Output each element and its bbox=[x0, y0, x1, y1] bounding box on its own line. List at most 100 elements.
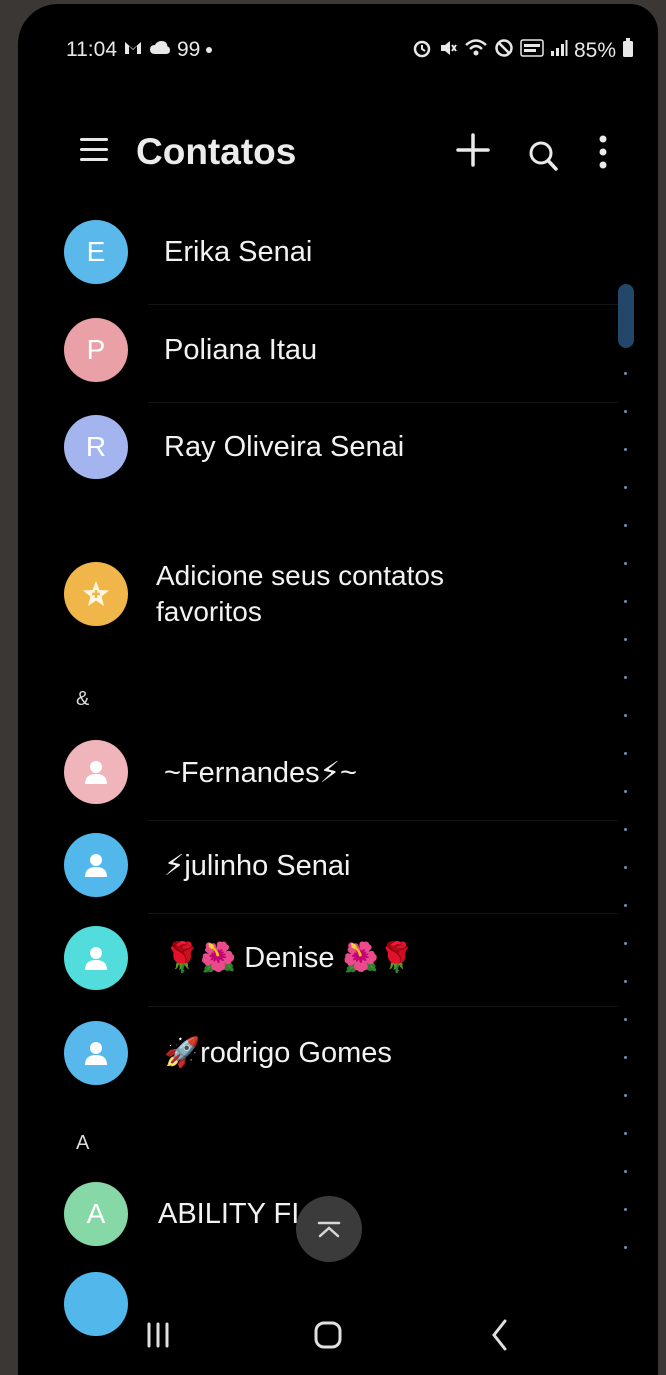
scroll-index-dot bbox=[624, 676, 627, 679]
mute-icon bbox=[438, 38, 458, 64]
contact-row-rodrigo[interactable]: 🚀rodrigo Gomes bbox=[64, 1021, 392, 1085]
signal-icon bbox=[550, 39, 568, 63]
phone-screen: 11:04 99 85% Contatos E Erika Senai P Po… bbox=[18, 4, 658, 1375]
search-button[interactable] bbox=[520, 128, 566, 184]
avatar bbox=[64, 1021, 128, 1085]
status-bar-left: 11:04 99 bbox=[66, 38, 213, 62]
person-icon bbox=[85, 761, 107, 784]
favorites-label-line1: Adicione seus contatos bbox=[156, 560, 444, 591]
divider bbox=[148, 402, 618, 403]
page-title: Contatos bbox=[136, 131, 297, 172]
contact-row-ray[interactable]: R Ray Oliveira Senai bbox=[64, 415, 404, 479]
back-icon bbox=[492, 1319, 507, 1351]
avatar-initial: A bbox=[86, 1198, 106, 1229]
chevron-up-icon bbox=[317, 1221, 341, 1238]
battery-label: 85% bbox=[573, 39, 616, 62]
contact-name: Erika Senai bbox=[164, 235, 313, 268]
avatar: E bbox=[64, 220, 128, 284]
status-extra: 99 bbox=[177, 38, 201, 61]
avatar: A bbox=[64, 1182, 128, 1246]
divider bbox=[148, 820, 618, 821]
contact-row-poliana[interactable]: P Poliana Itau bbox=[64, 318, 317, 382]
gmail-icon bbox=[123, 38, 143, 62]
navigation-bar bbox=[18, 1294, 658, 1375]
scroll-index-dot bbox=[624, 372, 627, 375]
avatar bbox=[64, 926, 128, 990]
scroll-index-dot bbox=[624, 448, 627, 451]
plus-icon bbox=[456, 133, 490, 167]
contact-row-ability[interactable]: A ABILITY FI bbox=[64, 1182, 299, 1246]
scroll-index-dot bbox=[624, 1018, 627, 1021]
notification-dot-icon bbox=[206, 47, 213, 53]
contact-row-denise[interactable]: 🌹🌺 Denise 🌺🌹 bbox=[64, 926, 415, 990]
contact-name: Poliana Itau bbox=[164, 333, 318, 366]
divider bbox=[148, 1006, 618, 1007]
volte-icon bbox=[520, 38, 544, 64]
status-time: 11:04 bbox=[66, 38, 117, 61]
fast-scroll-index[interactable] bbox=[606, 272, 646, 1272]
divider bbox=[148, 304, 618, 305]
avatar bbox=[64, 833, 128, 897]
scroll-index-dot bbox=[624, 1132, 627, 1135]
contact-name: ⚡julinho Senai bbox=[164, 849, 351, 882]
avatar-initial: E bbox=[86, 236, 106, 267]
contact-name: 🌹🌺 Denise 🌺🌹 bbox=[164, 942, 415, 974]
do-not-disturb-icon bbox=[494, 38, 514, 64]
scroll-index-dot bbox=[624, 1170, 627, 1173]
person-icon bbox=[85, 854, 107, 877]
scroll-index-dot bbox=[624, 486, 627, 489]
recents-icon bbox=[147, 1322, 169, 1348]
scroll-to-top-button[interactable] bbox=[296, 1196, 362, 1262]
cloud-icon bbox=[149, 38, 171, 62]
contact-name: ABILITY FI bbox=[158, 1197, 300, 1230]
battery-icon bbox=[622, 38, 634, 64]
contact-name: ~Fernandes⚡~ bbox=[164, 756, 357, 789]
favorites-label-line2: favoritos bbox=[156, 596, 262, 627]
avatar-initial: R bbox=[85, 431, 107, 462]
star-plus-icon bbox=[83, 581, 109, 606]
scroll-index-dot bbox=[624, 980, 627, 983]
contact-row-erika[interactable]: E Erika Senai bbox=[64, 220, 312, 284]
menu-button[interactable] bbox=[80, 138, 108, 162]
scroll-index-dot bbox=[624, 410, 627, 413]
hamburger-icon bbox=[80, 138, 108, 141]
contact-row-julinho[interactable]: ⚡julinho Senai bbox=[64, 833, 350, 897]
scroll-index-dot bbox=[624, 942, 627, 945]
person-icon bbox=[85, 1042, 107, 1065]
divider bbox=[148, 913, 618, 914]
contact-name: 🚀rodrigo Gomes bbox=[164, 1037, 392, 1069]
scroll-index-dot bbox=[624, 1056, 627, 1059]
status-bar-right: 85% bbox=[412, 38, 634, 64]
scroll-index-dot bbox=[624, 1246, 627, 1249]
home-icon bbox=[314, 1321, 342, 1349]
recents-button[interactable] bbox=[138, 1310, 178, 1360]
favorites-avatar bbox=[64, 562, 128, 626]
avatar: R bbox=[64, 415, 128, 479]
wifi-icon bbox=[464, 38, 488, 64]
avatar bbox=[64, 740, 128, 804]
more-vertical-icon bbox=[599, 135, 607, 169]
scroll-thumb[interactable] bbox=[618, 284, 634, 348]
more-options-button[interactable] bbox=[580, 124, 626, 180]
scroll-index-dot bbox=[624, 904, 627, 907]
scroll-index-dot bbox=[624, 1208, 627, 1211]
scroll-index-dot bbox=[624, 790, 627, 793]
contact-name: Ray Oliveira Senai bbox=[164, 430, 405, 463]
scroll-index-dot bbox=[624, 638, 627, 641]
contact-row-fernandes[interactable]: ~Fernandes⚡~ bbox=[64, 740, 357, 804]
back-button[interactable] bbox=[480, 1310, 520, 1360]
scroll-index-dot bbox=[624, 828, 627, 831]
scroll-index-dot bbox=[624, 524, 627, 527]
avatar: P bbox=[64, 318, 128, 382]
scroll-index-dot bbox=[624, 866, 627, 869]
search-icon bbox=[529, 141, 558, 171]
person-icon bbox=[85, 947, 107, 970]
scroll-index-dot bbox=[624, 1094, 627, 1097]
scroll-index-dot bbox=[624, 714, 627, 717]
add-favorites-row[interactable]: Adicione seus contatos favoritos bbox=[64, 558, 444, 630]
add-contact-button[interactable] bbox=[450, 122, 496, 178]
scroll-index-dot bbox=[624, 752, 627, 755]
scroll-index-dot bbox=[624, 562, 627, 565]
section-header-a: A bbox=[76, 1132, 90, 1154]
home-button[interactable] bbox=[308, 1310, 348, 1360]
